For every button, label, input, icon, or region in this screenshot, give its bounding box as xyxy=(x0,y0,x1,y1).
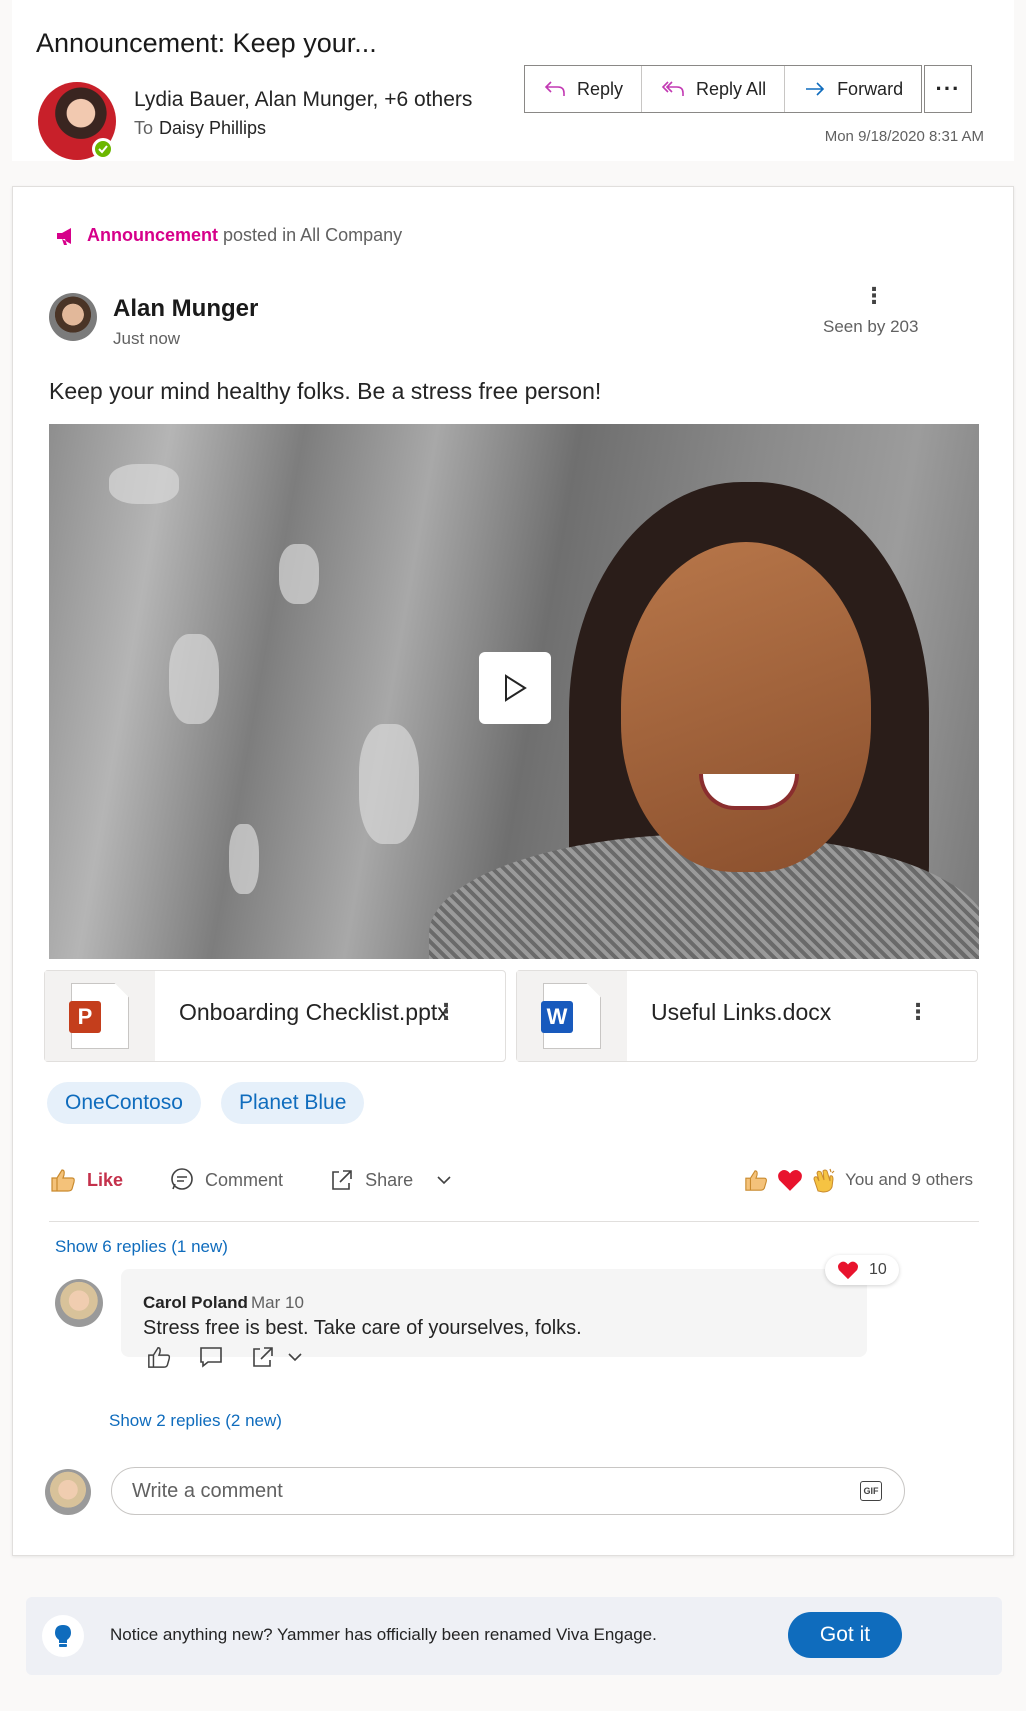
post-body: Keep your mind healthy folks. Be a stres… xyxy=(49,378,602,404)
author-avatar[interactable] xyxy=(49,293,97,341)
like-button[interactable]: Like xyxy=(49,1167,123,1193)
divider xyxy=(49,1221,979,1222)
thumbs-up-icon xyxy=(51,1169,75,1192)
gif-icon[interactable]: GIF xyxy=(860,1481,882,1501)
reply-button[interactable]: Reply xyxy=(525,66,643,112)
comment-reaction-chip[interactable]: 10 xyxy=(825,1255,899,1285)
reaction-summary[interactable]: You and 9 others xyxy=(743,1167,973,1193)
comment-text: Stress free is best. Take care of yourse… xyxy=(143,1317,582,1339)
announcement-label[interactable]: Announcement xyxy=(87,225,218,245)
reply-all-button[interactable]: Reply All xyxy=(642,66,786,112)
forward-label: Forward xyxy=(837,78,904,99)
comment-bubble: Carol Poland Mar 10 Stress free is best.… xyxy=(121,1269,867,1357)
play-icon xyxy=(505,674,527,702)
topic-tag[interactable]: OneContoso xyxy=(47,1082,201,1124)
current-user-avatar xyxy=(45,1469,91,1515)
comment-input[interactable] xyxy=(132,1468,832,1514)
reply-all-label: Reply All xyxy=(696,78,767,99)
chevron-down-icon[interactable] xyxy=(286,1351,304,1363)
show-replies-link[interactable]: Show 6 replies (1 new) xyxy=(55,1237,228,1257)
post-card: Announcement posted in All Company Alan … xyxy=(12,186,1014,1556)
post-time: Just now xyxy=(113,329,181,348)
sender-list[interactable]: Lydia Bauer, Alan Munger, +6 others xyxy=(134,88,472,112)
commenter-avatar[interactable] xyxy=(55,1279,103,1327)
attachment-more-icon[interactable]: ⋮ xyxy=(907,1001,929,1023)
chevron-down-icon[interactable] xyxy=(435,1174,453,1186)
reply-label: Reply xyxy=(577,78,624,99)
posted-in-label: posted in All Company xyxy=(223,225,403,245)
reply-all-icon xyxy=(661,81,684,96)
megaphone-icon xyxy=(57,227,71,245)
mail-header: Announcement: Keep your... Lydia Bauer, … xyxy=(12,0,1014,161)
attachment-name: Onboarding Checklist.pptx xyxy=(179,999,449,1025)
attachment-docx[interactable]: W Useful Links.docx ⋮ xyxy=(516,970,978,1062)
to-label: To xyxy=(134,118,154,138)
comment-icon xyxy=(171,1168,193,1190)
mail-date: Mon 9/18/2020 8:31 AM xyxy=(824,128,984,145)
share-icon[interactable] xyxy=(250,1345,276,1369)
rename-notice-banner: Notice anything new? Yammer has official… xyxy=(26,1597,1002,1675)
share-label: Share xyxy=(365,1169,414,1190)
seen-by-count[interactable]: Seen by 203 xyxy=(823,317,918,337)
attachment-name: Useful Links.docx xyxy=(651,999,832,1025)
mail-subject: Announcement: Keep your... xyxy=(36,28,377,58)
heart-count: 10 xyxy=(869,1261,887,1278)
forward-icon xyxy=(806,82,825,96)
mail-action-group: Reply Reply All Forward xyxy=(524,65,923,113)
forward-button[interactable]: Forward xyxy=(785,66,921,112)
comment-button[interactable]: Comment xyxy=(169,1167,283,1193)
more-icon: ··· xyxy=(935,76,961,101)
lightbulb-icon xyxy=(42,1615,84,1657)
comment-author[interactable]: Carol Poland xyxy=(143,1293,248,1313)
comment-actions xyxy=(146,1345,304,1369)
share-button[interactable]: Share xyxy=(329,1168,453,1192)
post-more-options-icon[interactable]: ⋮ xyxy=(863,285,885,307)
share-icon xyxy=(332,1170,352,1190)
topic-tag[interactable]: Planet Blue xyxy=(221,1082,365,1124)
show-comment-replies-link[interactable]: Show 2 replies (2 new) xyxy=(109,1411,282,1431)
comment-icon[interactable] xyxy=(198,1345,224,1369)
play-button[interactable] xyxy=(479,652,551,724)
thumbs-up-icon xyxy=(745,1170,767,1191)
reply-icon xyxy=(544,81,565,96)
word-icon: W xyxy=(541,1001,573,1033)
clap-icon xyxy=(813,1168,835,1193)
notice-text: Notice anything new? Yammer has official… xyxy=(110,1625,657,1644)
attachment-more-icon[interactable]: ⋮ xyxy=(435,1001,457,1023)
author-name[interactable]: Alan Munger xyxy=(113,295,258,323)
post-meta: Announcement posted in All Company xyxy=(55,225,402,246)
presence-available-icon xyxy=(92,138,114,160)
thumbs-up-icon[interactable] xyxy=(146,1345,172,1369)
attachment-pptx[interactable]: P Onboarding Checklist.pptx ⋮ xyxy=(44,970,506,1062)
comment-date: Mar 10 xyxy=(251,1293,304,1312)
heart-icon xyxy=(838,1261,858,1280)
video-thumbnail[interactable] xyxy=(49,424,979,959)
recipient-name[interactable]: Daisy Phillips xyxy=(159,118,266,138)
like-label: Like xyxy=(87,1169,124,1190)
comment-composer: GIF xyxy=(111,1467,905,1515)
heart-icon xyxy=(778,1170,802,1191)
recipient-line: To Daisy Phillips xyxy=(134,118,266,139)
more-actions-button[interactable]: ··· xyxy=(924,65,972,113)
got-it-button[interactable]: Got it xyxy=(788,1612,902,1658)
powerpoint-icon: P xyxy=(69,1001,101,1033)
post-actions: Like Comment Share You and 9 others xyxy=(49,1157,979,1203)
comment-label: Comment xyxy=(205,1169,284,1190)
reaction-summary-label: You and 9 others xyxy=(845,1170,973,1189)
